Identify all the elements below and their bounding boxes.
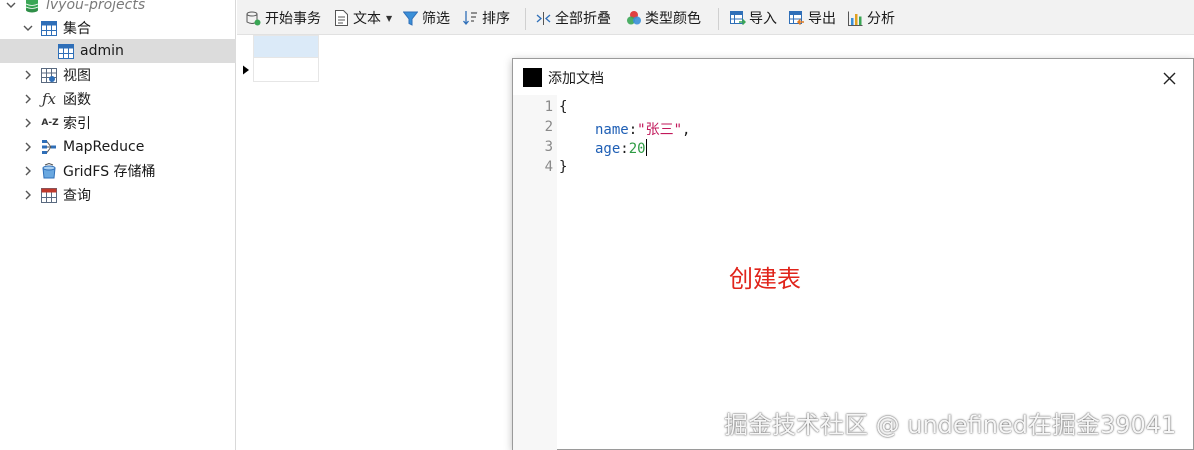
chevron-right-icon[interactable] — [22, 93, 34, 105]
navigation-tree: lvyou-projects 集合 admin 视图 ƒx 函数 A-Z 索引 … — [0, 0, 236, 450]
code-line: } — [559, 159, 567, 175]
function-icon: ƒx — [41, 90, 56, 108]
json-key: age — [595, 141, 621, 157]
grid-cell-selected[interactable] — [253, 35, 319, 58]
collapse-all-button[interactable]: 全部折叠 — [535, 6, 611, 30]
annotation-label: 创建表 — [729, 265, 801, 293]
app-icon — [523, 68, 542, 87]
json-colon: : — [628, 122, 638, 138]
tree-item-label: admin — [80, 43, 124, 59]
tree-item-admin[interactable]: admin — [0, 39, 236, 63]
chevron-right-icon[interactable] — [22, 189, 34, 201]
toolbar: 开始事务 文本 ▼ 筛选 排序 全部折叠 类型颜色 导入 导出 分析 — [237, 0, 1194, 35]
tree-item-label: 查询 — [63, 188, 91, 204]
toolbar-separator — [525, 8, 526, 30]
tree-item-indexes[interactable]: A-Z 索引 — [0, 111, 236, 135]
dropdown-arrow-icon[interactable]: ▼ — [386, 14, 392, 23]
type-color-button[interactable]: 类型颜色 — [625, 6, 701, 30]
chevron-right-icon[interactable] — [22, 69, 34, 81]
tree-item-label: 索引 — [63, 116, 91, 132]
current-row-marker-icon — [239, 58, 253, 82]
table-icon — [57, 42, 75, 60]
view-icon — [40, 66, 58, 84]
json-number-value: 20 — [628, 141, 646, 157]
chevron-right-icon[interactable] — [22, 165, 34, 177]
begin-transaction-label: 开始事务 — [265, 11, 321, 27]
tree-item-database[interactable]: lvyou-projects — [0, 0, 236, 17]
filter-icon — [402, 10, 419, 27]
code-line: name:"张三", — [595, 119, 690, 139]
analyze-label: 分析 — [867, 11, 895, 27]
watermark: 掘金技术社区 @ undefined在掘金39041 — [724, 411, 1177, 439]
json-key: name — [595, 122, 629, 138]
import-button[interactable]: 导入 — [729, 6, 777, 30]
export-icon — [788, 10, 805, 27]
tree-item-mapreduce[interactable]: MapReduce — [0, 135, 236, 159]
chevron-down-icon[interactable] — [22, 22, 34, 34]
database-icon — [23, 0, 41, 14]
code-line: { — [559, 99, 567, 115]
tree-item-functions[interactable]: ƒx 函数 — [0, 87, 236, 111]
chevron-right-icon[interactable] — [22, 141, 34, 153]
tree-item-label: MapReduce — [63, 139, 145, 155]
export-button[interactable]: 导出 — [788, 6, 836, 30]
gridfs-icon — [40, 162, 58, 180]
tree-item-label: 集合 — [63, 21, 91, 37]
text-view-button[interactable]: 文本 ▼ — [333, 6, 392, 30]
tree-item-gridfs[interactable]: GridFS 存储桶 — [0, 159, 236, 183]
query-icon — [40, 186, 58, 204]
toolbar-separator — [718, 8, 719, 30]
chevron-down-icon[interactable] — [5, 0, 17, 11]
code-editor[interactable]: { name:"张三", age:20 } — [513, 95, 1193, 450]
tree-item-queries[interactable]: 查询 — [0, 183, 236, 207]
transaction-icon — [245, 10, 262, 27]
collapse-all-label: 全部折叠 — [555, 11, 611, 27]
brace-open: { — [559, 99, 568, 115]
bar-chart-icon — [847, 10, 864, 27]
json-comma: , — [682, 122, 691, 138]
color-palette-icon — [625, 10, 642, 27]
import-label: 导入 — [749, 11, 777, 27]
collapse-icon — [535, 10, 552, 27]
grid-cell[interactable] — [253, 58, 319, 82]
code-line: age:20 — [595, 139, 647, 157]
dialog-title: 添加文档 — [548, 71, 604, 87]
json-colon: : — [620, 141, 629, 157]
tree-item-collections[interactable]: 集合 — [0, 16, 236, 40]
text-view-label: 文本 — [353, 11, 381, 27]
table-icon — [40, 19, 58, 37]
tree-item-views[interactable]: 视图 — [0, 63, 236, 87]
tree-item-label: 函数 — [63, 92, 91, 108]
tree-item-label: lvyou-projects — [46, 0, 146, 13]
tree-item-label: 视图 — [63, 68, 91, 84]
chevron-right-icon[interactable] — [22, 117, 34, 129]
begin-transaction-button[interactable]: 开始事务 — [245, 6, 321, 30]
sort-icon — [462, 10, 479, 27]
document-icon — [333, 10, 350, 27]
sort-az-icon: A-Z — [41, 118, 59, 128]
filter-label: 筛选 — [422, 11, 450, 27]
import-icon — [729, 10, 746, 27]
sort-label: 排序 — [482, 11, 510, 27]
type-color-label: 类型颜色 — [645, 11, 701, 27]
export-label: 导出 — [808, 11, 836, 27]
close-icon[interactable] — [1158, 67, 1180, 89]
add-document-dialog: 添加文档 1 2 3 4 { name:"张三", age:20 } 创建表 — [512, 58, 1194, 450]
mapreduce-icon — [40, 138, 58, 156]
json-string-value: "张三" — [637, 122, 683, 138]
tree-item-label: GridFS 存储桶 — [63, 164, 156, 180]
text-caret — [645, 139, 647, 156]
sort-button[interactable]: 排序 — [462, 6, 510, 30]
filter-button[interactable]: 筛选 — [402, 6, 450, 30]
brace-close: } — [559, 159, 568, 175]
analyze-button[interactable]: 分析 — [847, 6, 895, 30]
